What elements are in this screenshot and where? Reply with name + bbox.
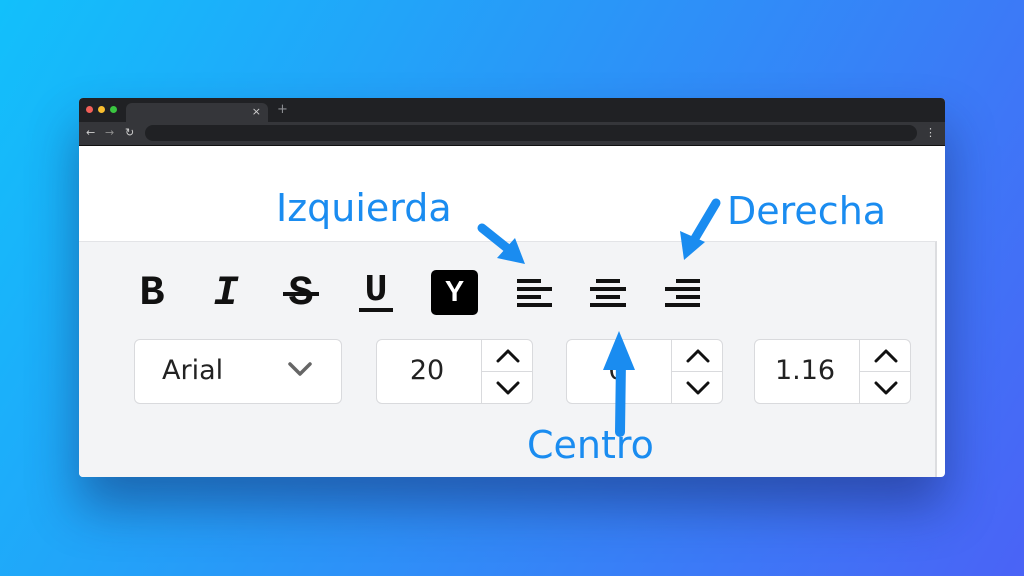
forward-arrow-icon[interactable]: → — [105, 125, 114, 141]
font-size-stepper: 20 — [376, 339, 533, 404]
line-height-decrease-button[interactable] — [859, 372, 911, 403]
font-size-increase-button[interactable] — [481, 340, 533, 372]
maximize-window-button[interactable] — [110, 106, 117, 113]
align-left-icon — [517, 279, 552, 307]
align-right-icon — [665, 279, 700, 307]
chevron-up-icon — [686, 349, 709, 362]
italic-icon: I — [213, 269, 239, 317]
tab-close-icon[interactable]: × — [252, 105, 261, 119]
chevron-down-icon — [288, 362, 312, 376]
letter-spacing-value[interactable]: 0 — [567, 356, 667, 386]
reload-icon[interactable]: ↻ — [125, 125, 134, 141]
align-right-button[interactable] — [660, 272, 704, 314]
annotation-center-label: Centro — [527, 423, 654, 467]
browser-tab[interactable]: × — [126, 103, 268, 122]
annotation-left-label: Izquierda — [276, 186, 452, 230]
chevron-down-icon — [874, 381, 897, 394]
underline-button[interactable]: U — [354, 268, 398, 314]
italic-button[interactable]: I — [206, 269, 246, 317]
font-family-value: Arial — [162, 355, 224, 386]
browser-window: × + ← → ↻ ⋮ B I S U Y Arial 20 0 1.16 — [79, 98, 945, 477]
font-size-value[interactable]: 20 — [377, 356, 477, 386]
browser-menu-icon[interactable]: ⋮ — [925, 125, 936, 141]
back-arrow-icon[interactable]: ← — [86, 125, 95, 141]
line-height-increase-button[interactable] — [859, 340, 911, 372]
minimize-window-button[interactable] — [98, 106, 105, 113]
close-window-button[interactable] — [86, 106, 93, 113]
annotation-right-label: Derecha — [727, 189, 887, 233]
font-family-select[interactable]: Arial — [134, 339, 342, 404]
align-left-button[interactable] — [513, 272, 557, 314]
new-tab-button[interactable]: + — [277, 103, 288, 117]
letter-spacing-stepper: 0 — [566, 339, 723, 404]
text-format-panel: B I S U Y Arial 20 0 1.16 — [79, 241, 937, 477]
line-height-value[interactable]: 1.16 — [755, 356, 855, 386]
chevron-up-icon — [874, 349, 897, 362]
chevron-down-icon — [496, 381, 519, 394]
address-bar[interactable] — [145, 125, 917, 141]
align-center-icon — [590, 279, 626, 307]
align-center-button[interactable] — [586, 272, 630, 314]
title-bar: × + — [79, 98, 945, 122]
letter-spacing-increase-button[interactable] — [671, 340, 723, 372]
underline-icon: U — [364, 268, 388, 312]
highlight-button[interactable]: Y — [431, 270, 478, 315]
line-height-stepper: 1.16 — [754, 339, 911, 404]
bold-icon: B — [139, 269, 165, 317]
underline-bar — [359, 307, 393, 312]
strikethrough-button[interactable]: S — [277, 269, 325, 317]
highlight-icon: Y — [444, 276, 465, 308]
letter-spacing-decrease-button[interactable] — [671, 372, 723, 403]
bold-button[interactable]: B — [132, 269, 172, 317]
font-size-decrease-button[interactable] — [481, 372, 533, 403]
chevron-down-icon — [686, 381, 709, 394]
strike-line — [283, 292, 319, 296]
browser-toolbar: ← → ↻ ⋮ — [79, 122, 945, 146]
chevron-up-icon — [496, 349, 519, 362]
